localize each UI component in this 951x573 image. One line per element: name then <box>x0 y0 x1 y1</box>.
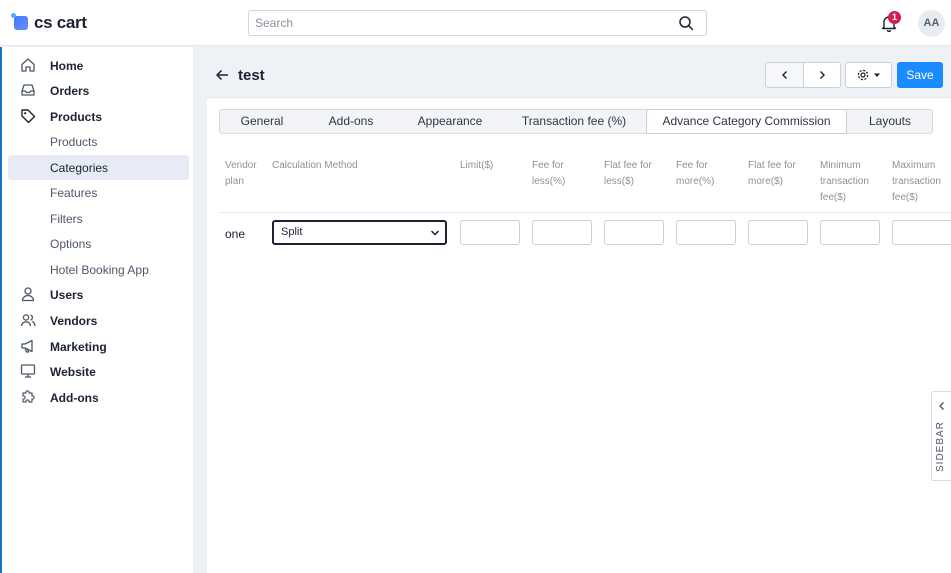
prev-button[interactable] <box>766 63 803 87</box>
page-title: test <box>238 67 265 84</box>
min-fee-input[interactable] <box>820 220 880 245</box>
sidebar-item-home[interactable]: Home <box>8 53 189 78</box>
caret-down-icon <box>874 73 880 77</box>
monitor-icon <box>20 364 36 378</box>
sidebar-item-orders[interactable]: Orders <box>8 78 189 103</box>
column-header-min-fee: Minimum transaction fee($) <box>820 160 869 203</box>
sidebar-item-vendors[interactable]: Vendors <box>8 308 189 333</box>
chevron-right-icon <box>820 71 825 79</box>
sidebar-item-add-ons[interactable]: Add-ons <box>8 385 189 410</box>
calculation-method-value: Split <box>281 226 303 238</box>
chevron-left-icon <box>781 71 787 79</box>
logo-mark-icon <box>11 13 28 30</box>
sidebar-item-label: Website <box>50 364 96 379</box>
logo-text: cs cart <box>34 13 87 32</box>
next-button[interactable] <box>803 63 840 87</box>
inbox-icon <box>21 84 35 96</box>
top-bar: cs cart 1 AA <box>0 0 951 46</box>
sidebar-subitem-features[interactable]: Features <box>8 180 189 205</box>
column-header-max-fee: Maximum transaction fee($) <box>892 160 941 203</box>
save-button[interactable]: Save <box>897 62 943 88</box>
tab-transaction-fee[interactable]: Transaction fee (%) <box>502 110 646 133</box>
sidebar-item-label: Orders <box>50 83 90 98</box>
fee-less-input[interactable] <box>532 220 592 245</box>
megaphone-icon <box>21 339 33 353</box>
flat-fee-more-input[interactable] <box>748 220 808 245</box>
tab-layouts[interactable]: Layouts <box>847 110 933 133</box>
search-input[interactable] <box>249 11 669 35</box>
gear-icon <box>857 69 869 81</box>
sidebar-item-label: Options <box>50 236 92 251</box>
column-header-fee-less: Fee for less(%) <box>532 160 566 187</box>
fee-more-input[interactable] <box>676 220 736 245</box>
sidebar-subitem-filters[interactable]: Filters <box>8 206 189 231</box>
column-header-calculation-method: Calculation Method <box>272 160 358 171</box>
tab-bar: General Add-ons Appearance Transaction f… <box>219 109 933 134</box>
sidebar-item-label: Users <box>50 287 84 302</box>
chevron-down-icon <box>430 230 440 236</box>
sidebar-subitem-options[interactable]: Options <box>8 231 189 256</box>
sidebar-item-marketing[interactable]: Marketing <box>8 334 189 359</box>
column-header-limit: Limit($) <box>460 160 494 171</box>
sidebar-item-users[interactable]: Users <box>8 282 189 307</box>
sidebar-toggle[interactable]: SIDEBAR <box>931 391 951 481</box>
column-header-flat-fee-more: Flat fee for more($) <box>748 160 796 187</box>
sidebar-nav: Home Orders Products Products Categories… <box>0 47 193 573</box>
sidebar-item-label: Categories <box>50 160 109 175</box>
chevron-left-icon <box>939 402 944 410</box>
tab-add-ons[interactable]: Add-ons <box>304 110 398 133</box>
sidebar-item-products[interactable]: Products <box>8 104 189 129</box>
search-icon[interactable] <box>678 15 694 31</box>
back-arrow-icon[interactable] <box>214 67 230 83</box>
prev-next-group <box>765 62 841 88</box>
user-icon <box>21 287 35 302</box>
sidebar-item-label: Vendors <box>50 313 98 328</box>
puzzle-icon <box>22 390 35 403</box>
sidebar-subitem-products[interactable]: Products <box>8 129 189 154</box>
column-header-flat-fee-less: Flat fee for less($) <box>604 160 652 187</box>
calculation-method-select[interactable]: Split <box>272 220 447 245</box>
notification-badge: 1 <box>888 11 901 24</box>
tab-advance-category-commission[interactable]: Advance Category Commission <box>646 109 847 134</box>
sidebar-item-label: Add-ons <box>50 390 99 405</box>
home-icon <box>21 58 35 72</box>
sidebar-item-website[interactable]: Website <box>8 359 189 384</box>
avatar[interactable]: AA <box>918 10 945 37</box>
sidebar-item-label: Filters <box>50 211 83 226</box>
settings-dropdown-button[interactable] <box>845 62 892 88</box>
flat-fee-less-input[interactable] <box>604 220 664 245</box>
column-header-fee-more: Fee for more(%) <box>676 160 715 187</box>
search-box <box>248 10 707 36</box>
max-fee-input[interactable] <box>892 220 951 245</box>
tab-general[interactable]: General <box>220 110 304 133</box>
sidebar-toggle-label: SIDEBAR <box>935 421 946 472</box>
sidebar-item-label: Products <box>50 109 103 124</box>
sidebar-subitem-hotel-booking-app[interactable]: Hotel Booking App <box>8 257 189 282</box>
vendor-plan-cell: one <box>225 227 246 241</box>
tag-icon <box>21 109 36 124</box>
column-header-vendor-plan: Vendor plan <box>225 160 257 187</box>
tab-appearance[interactable]: Appearance <box>398 110 502 133</box>
sidebar-item-label: Products <box>50 134 98 149</box>
logo[interactable]: cs cart <box>11 13 87 33</box>
sidebar-item-label: Features <box>50 185 98 200</box>
sidebar-subitem-categories[interactable]: Categories <box>8 155 189 180</box>
sidebar-item-label: Marketing <box>50 339 107 354</box>
sidebar-item-label: Home <box>50 58 84 73</box>
sidebar-item-label: Hotel Booking App <box>50 262 149 277</box>
users-icon <box>20 314 36 327</box>
limit-input[interactable] <box>460 220 520 245</box>
table-divider <box>219 212 951 213</box>
